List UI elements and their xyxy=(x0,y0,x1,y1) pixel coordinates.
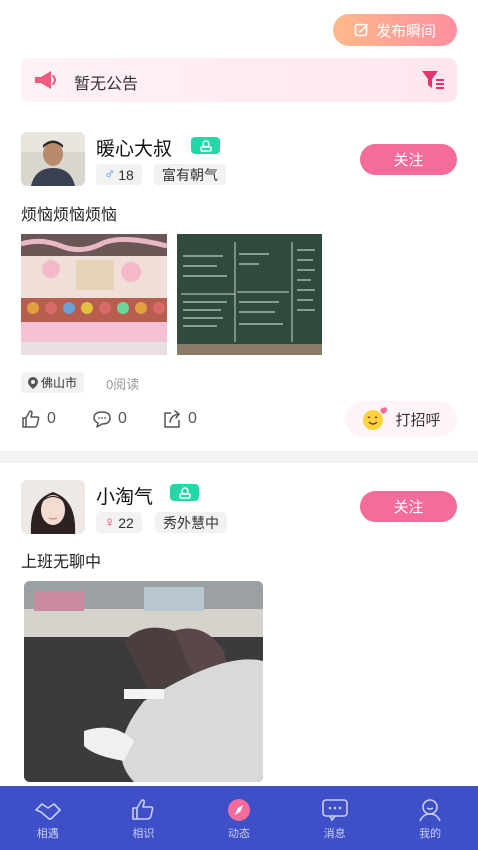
post-text: 烦恼烦恼烦恼 xyxy=(21,207,118,224)
location-pin-icon xyxy=(28,376,38,389)
tab-moments-label: 动态 xyxy=(227,828,250,840)
smiley-emoji-icon xyxy=(363,407,388,430)
avatar[interactable] xyxy=(21,132,85,186)
publish-moment-label: 发布瞬间 xyxy=(375,22,436,40)
share-button[interactable]: 0 xyxy=(162,409,197,429)
compass-icon xyxy=(227,799,250,821)
filter-icon[interactable] xyxy=(421,69,445,91)
gender-age-chip: ♂ 18 xyxy=(96,164,142,185)
greet-button[interactable]: 打招呼 xyxy=(345,401,457,437)
tab-encounter-label: 相遇 xyxy=(36,828,59,840)
greet-button-label: 打招呼 xyxy=(395,411,441,429)
gender-age-chip: ♀ 22 xyxy=(96,512,142,533)
post-photo[interactable] xyxy=(177,234,322,355)
male-icon: ♂ xyxy=(104,166,116,183)
tab-messages-label: 消息 xyxy=(323,828,346,840)
personality-tag-label: 秀外慧中 xyxy=(163,514,219,531)
personality-tag: 秀外慧中 xyxy=(155,512,227,533)
tab-acquaint[interactable]: 相识 xyxy=(96,786,192,850)
location-label: 佛山市 xyxy=(41,376,78,390)
post-divider xyxy=(0,451,478,463)
post-photo[interactable] xyxy=(24,581,263,782)
notice-bar[interactable]: 暂无公告 xyxy=(21,58,457,102)
location-chip: 佛山市 xyxy=(21,372,85,393)
personality-tag: 富有朝气 xyxy=(154,164,226,185)
age-label: 18 xyxy=(118,166,134,183)
verified-icon xyxy=(178,486,191,499)
bottom-tab-bar: 相遇 相识 动态 消息 我的 xyxy=(0,786,478,850)
like-button[interactable]: 0 xyxy=(21,409,56,429)
username[interactable]: 暖心大叔 xyxy=(96,134,172,161)
publish-moment-button[interactable]: 发布瞬间 xyxy=(333,14,457,46)
verified-badge xyxy=(170,484,199,501)
handshake-icon xyxy=(34,803,61,820)
read-count: 0阅读 xyxy=(106,377,140,392)
female-icon: ♀ xyxy=(104,514,116,531)
comment-button[interactable]: 0 xyxy=(92,409,127,429)
comment-icon xyxy=(93,411,111,428)
tab-encounter[interactable]: 相遇 xyxy=(0,786,96,850)
tab-acquaint-label: 相识 xyxy=(132,828,155,840)
avatar[interactable] xyxy=(21,480,85,534)
comment-count: 0 xyxy=(118,410,127,427)
megaphone-icon xyxy=(35,71,56,89)
chat-icon xyxy=(321,799,348,822)
username[interactable]: 小淘气 xyxy=(96,482,153,509)
tab-moments[interactable]: 动态 xyxy=(191,786,287,850)
personality-tag-label: 富有朝气 xyxy=(162,166,218,183)
thumbs-up-icon xyxy=(132,799,154,820)
follow-button[interactable]: 关注 xyxy=(360,491,457,522)
follow-button-label: 关注 xyxy=(393,152,424,169)
like-count: 0 xyxy=(47,410,56,427)
post-photo[interactable] xyxy=(21,234,167,355)
verified-icon xyxy=(199,139,212,152)
tab-me-label: 我的 xyxy=(419,828,442,840)
notice-text: 暂无公告 xyxy=(74,76,139,93)
tab-me[interactable]: 我的 xyxy=(382,786,478,850)
user-icon xyxy=(419,799,441,822)
verified-badge xyxy=(191,137,220,154)
thumbs-up-icon xyxy=(22,410,40,428)
share-count: 0 xyxy=(188,410,197,427)
tab-messages[interactable]: 消息 xyxy=(287,786,383,850)
age-label: 22 xyxy=(118,514,134,531)
share-icon xyxy=(164,410,180,428)
follow-button[interactable]: 关注 xyxy=(360,144,457,175)
post-text: 上班无聊中 xyxy=(21,554,102,571)
edit-icon xyxy=(354,23,368,37)
follow-button-label: 关注 xyxy=(393,499,424,516)
